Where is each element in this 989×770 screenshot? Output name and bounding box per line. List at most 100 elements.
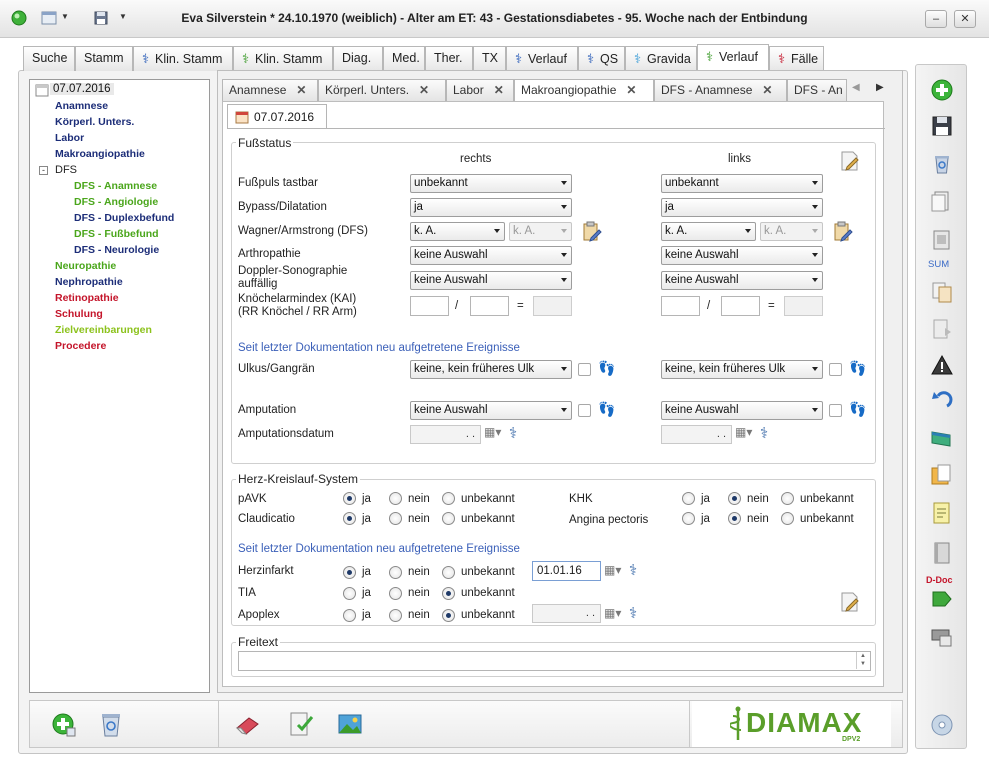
- amputation-left-checkbox[interactable]: [829, 404, 842, 417]
- tree-item-schulung[interactable]: Schulung: [55, 308, 103, 320]
- tree-item-makroangiopathie[interactable]: Makroangiopathie: [55, 148, 145, 160]
- tab-qs[interactable]: ⚕ QS: [578, 46, 625, 71]
- calendar-picker-icon[interactable]: ▦▾: [735, 425, 752, 439]
- herzinfarkt-nein-radio[interactable]: [389, 566, 402, 579]
- tab-med[interactable]: Med.: [383, 46, 425, 71]
- fusspuls-left-select[interactable]: unbekannt: [661, 174, 823, 193]
- edit-note-icon[interactable]: [838, 149, 862, 173]
- date-tab[interactable]: 07.07.2016: [227, 104, 327, 129]
- doppler-right-select[interactable]: keine Auswahl: [410, 271, 572, 290]
- tree-item-dfs[interactable]: DFS: [55, 164, 77, 176]
- export-doc-icon[interactable]: [929, 316, 955, 342]
- tab-verlauf-green[interactable]: ⚕ Verlauf: [697, 44, 769, 71]
- wagner-left-select-2[interactable]: k. A.: [760, 222, 823, 241]
- herzinfarkt-ja-radio[interactable]: [343, 566, 356, 579]
- tab-klin-stamm-green[interactable]: ⚕ Klin. Stamm: [233, 46, 333, 71]
- amputation-left-select[interactable]: keine Auswahl: [661, 401, 823, 420]
- tree-item-retinopathie[interactable]: Retinopathie: [55, 292, 119, 304]
- kai-right-knoechel-input[interactable]: [410, 296, 449, 316]
- angina-nein-radio[interactable]: [728, 512, 741, 525]
- recycle-bin-icon[interactable]: [929, 151, 955, 177]
- tree-item-dfs-angiologie[interactable]: DFS - Angiologie: [74, 196, 158, 208]
- subtab-dfs-angiologie[interactable]: DFS - An: [787, 79, 847, 101]
- tree-item-dfs-duplexbefund[interactable]: DFS - Duplexbefund: [74, 212, 174, 224]
- tia-ja-radio[interactable]: [343, 587, 356, 600]
- amputation-right-checkbox[interactable]: [578, 404, 591, 417]
- warning-icon[interactable]: [929, 353, 955, 379]
- stethoscope-icon[interactable]: ⚕: [760, 424, 768, 442]
- tab-verlauf-blue[interactable]: ⚕ Verlauf: [506, 46, 578, 71]
- tree-item-anamnese[interactable]: Anamnese: [55, 100, 108, 112]
- angina-unbekannt-radio[interactable]: [781, 512, 794, 525]
- doppler-left-select[interactable]: keine Auswahl: [661, 271, 823, 290]
- copy-icon[interactable]: [929, 279, 955, 305]
- spin-arrows-icon[interactable]: ▲ ▼: [856, 652, 869, 669]
- clipboard-edit-icon[interactable]: [832, 221, 854, 243]
- amputation-right-select[interactable]: keine Auswahl: [410, 401, 572, 420]
- checklist-icon[interactable]: [286, 709, 316, 739]
- ulkus-left-checkbox[interactable]: [829, 363, 842, 376]
- calendar-picker-icon[interactable]: ▦▾: [604, 606, 621, 620]
- tab-stamm[interactable]: Stamm: [75, 46, 133, 71]
- add-icon[interactable]: [929, 77, 955, 103]
- scroll-tabs-right-icon[interactable]: ▶: [876, 82, 884, 93]
- herzinfarkt-date-input[interactable]: 01.01.16: [532, 561, 601, 581]
- stethoscope-icon[interactable]: ⚕: [629, 604, 637, 622]
- tia-unbekannt-radio[interactable]: [442, 587, 455, 600]
- foot-icon[interactable]: 👣: [849, 401, 866, 418]
- add-record-icon[interactable]: [51, 712, 77, 738]
- foot-icon[interactable]: 👣: [598, 360, 615, 377]
- tab-ther[interactable]: Ther.: [425, 46, 473, 71]
- clipboard-edit-icon[interactable]: [581, 221, 603, 243]
- tree-item-procedere[interactable]: Procedere: [55, 340, 106, 352]
- stethoscope-icon[interactable]: ⚕: [509, 424, 517, 442]
- close-tab-icon[interactable]: ✕: [494, 83, 504, 97]
- undo-icon[interactable]: [929, 388, 955, 414]
- angina-ja-radio[interactable]: [682, 512, 695, 525]
- ulkus-right-checkbox[interactable]: [578, 363, 591, 376]
- close-tab-icon[interactable]: ✕: [626, 83, 636, 97]
- kai-right-arm-input[interactable]: [470, 296, 509, 316]
- foot-icon[interactable]: 👣: [849, 360, 866, 377]
- eraser-icon[interactable]: [233, 712, 263, 736]
- tab-tx[interactable]: TX: [473, 46, 506, 71]
- subtab-anamnese[interactable]: Anamnese ✕: [222, 79, 318, 101]
- ddoc-label[interactable]: D-Doc: [926, 575, 953, 585]
- tree-item-labor[interactable]: Labor: [55, 132, 84, 144]
- claudicatio-nein-radio[interactable]: [389, 512, 402, 525]
- edit-note-icon[interactable]: [838, 590, 862, 614]
- document-edit-icon[interactable]: [929, 188, 955, 214]
- folder-icon[interactable]: [929, 462, 955, 488]
- wagner-right-select-2[interactable]: k. A.: [509, 222, 572, 241]
- collapse-icon[interactable]: -: [39, 166, 48, 175]
- apoplex-nein-radio[interactable]: [389, 609, 402, 622]
- tia-nein-radio[interactable]: [389, 587, 402, 600]
- tab-gravida[interactable]: ⚕ Gravida: [625, 46, 697, 71]
- disc-icon[interactable]: [929, 712, 955, 738]
- calendar-picker-icon[interactable]: ▦▾: [604, 563, 621, 577]
- tab-suche[interactable]: Suche: [23, 46, 75, 71]
- amputationsdatum-right-input[interactable]: . .: [410, 425, 481, 444]
- calendar-picker-icon[interactable]: ▦▾: [484, 425, 501, 439]
- tree-item-dfs-fussbefund[interactable]: DFS - Fußbefund: [74, 228, 159, 240]
- wagner-right-select-1[interactable]: k. A.: [410, 222, 505, 241]
- recycle-bin-icon[interactable]: [97, 709, 125, 739]
- subtab-koerperl-unters[interactable]: Körperl. Unters. ✕: [318, 79, 446, 101]
- d-doc-icon[interactable]: [929, 586, 955, 612]
- close-tab-icon[interactable]: ✕: [419, 83, 429, 97]
- freitext-textarea[interactable]: [238, 651, 871, 671]
- image-icon[interactable]: [335, 709, 365, 739]
- claudicatio-unbekannt-radio[interactable]: [442, 512, 455, 525]
- pavk-unbekannt-radio[interactable]: [442, 492, 455, 505]
- tree-item-koerperl-unters[interactable]: Körperl. Unters.: [55, 116, 134, 128]
- ulkus-left-select[interactable]: keine, kein früheres Ulk: [661, 360, 823, 379]
- fusspuls-right-select[interactable]: unbekannt: [410, 174, 572, 193]
- apoplex-date-input[interactable]: . .: [532, 604, 601, 623]
- amputationsdatum-left-input[interactable]: . .: [661, 425, 732, 444]
- khk-unbekannt-radio[interactable]: [781, 492, 794, 505]
- foot-icon[interactable]: 👣: [598, 401, 615, 418]
- arthropathie-right-select[interactable]: keine Auswahl: [410, 246, 572, 265]
- tree-item-dfs-neurologie[interactable]: DFS - Neurologie: [74, 244, 159, 256]
- khk-ja-radio[interactable]: [682, 492, 695, 505]
- card-icon[interactable]: [929, 425, 955, 451]
